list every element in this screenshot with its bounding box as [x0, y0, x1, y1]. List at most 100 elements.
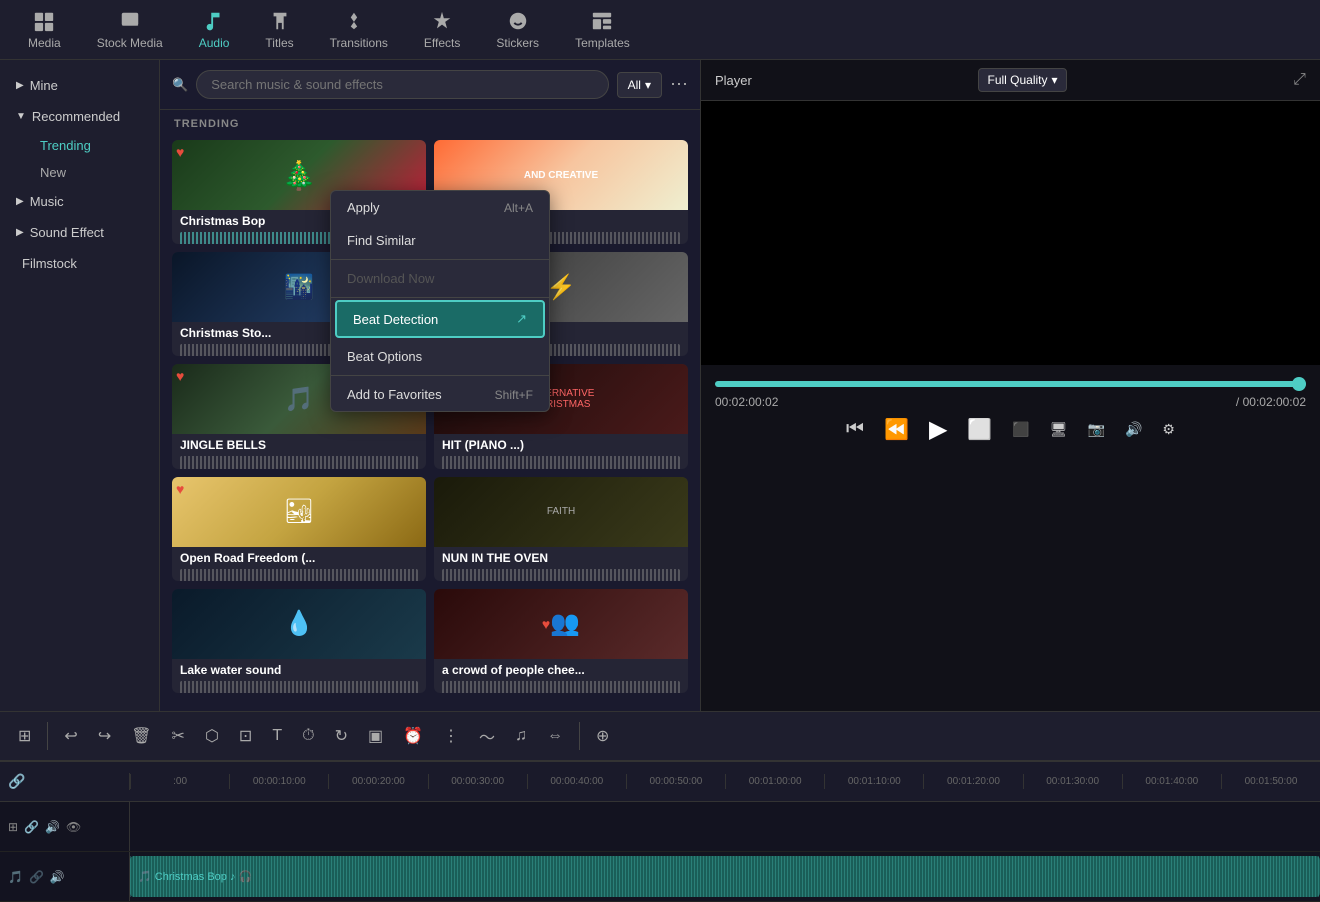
search-icon: 🔍 [172, 77, 188, 93]
separator-2 [579, 722, 580, 750]
more-options-button[interactable]: ⋯ [670, 74, 688, 95]
waveform [442, 681, 680, 693]
nav-templates[interactable]: Templates [557, 2, 648, 58]
heart-icon: ♥ [176, 144, 184, 160]
nav-audio[interactable]: Audio [181, 2, 248, 58]
controls-row: ⏮ ⏪ ▶ ⬜ ⬛ 🖥 📷 🔊 ⚙ [715, 415, 1306, 444]
camera-button[interactable]: 📷 [1088, 421, 1105, 438]
tool-undo[interactable]: ↩ [56, 720, 85, 752]
track-card-crowd[interactable]: ♥ 👥 a crowd of people chee... 01:10 [434, 589, 688, 693]
search-filter-dropdown[interactable]: All ▾ [617, 72, 662, 98]
context-menu-apply[interactable]: Apply Alt+A [331, 191, 549, 224]
track-name: Open Road Freedom (... [180, 551, 418, 565]
tool-audio-edit[interactable]: ♫ [507, 721, 535, 751]
tool-audio-wave[interactable]: 〜 [471, 718, 503, 754]
track-info: HIT (PIANO ...) 02:21 ⬇ [434, 434, 688, 468]
step-back-button[interactable]: ⏪ [884, 417, 909, 442]
track-card-lake[interactable]: 💧 Lake water sound 01:20 [172, 589, 426, 693]
nav-media[interactable]: Media [10, 2, 79, 58]
track-info: Lake water sound 01:20 [172, 659, 426, 693]
sidebar-section-sound-effect[interactable]: ▶ Sound Effect [0, 217, 159, 248]
eye-track-icon[interactable]: 👁 [66, 820, 81, 834]
tool-delete[interactable]: 🗑 [123, 720, 159, 752]
toolbar: ⊞ ↩ ↪ 🗑 ✂ ⬡ ⊡ T ⏱ ↻ ▣ ⏰ ⋮ 〜 ♫ ⇔ ⊕ [0, 711, 1320, 761]
nav-transitions[interactable]: Transitions [312, 2, 406, 58]
video-track-row: ⊞ 🔗 🔊 👁 [0, 802, 1320, 852]
sidebar-section-mine[interactable]: ▶ Mine [0, 70, 159, 101]
audio-track-label: 🎵 🔗 🔊 [0, 852, 130, 901]
tool-crop[interactable]: ⊡ [231, 720, 260, 752]
track-card-open-road[interactable]: ♥ 🏜 Open Road Freedom (... 02:15 [172, 477, 426, 581]
timeline-header: 🔗 :00 00:00:10:00 00:00:20:00 00:00:30:0… [0, 762, 1320, 802]
volume-audio-icon[interactable]: 🔊 [50, 870, 65, 884]
tool-zoom-fit[interactable]: ⊕ [588, 720, 617, 752]
video-track-content[interactable] [130, 802, 1320, 851]
link-track-icon: 🔗 [24, 820, 39, 834]
ruler-tick: 00:00:30:00 [428, 774, 527, 789]
settings-button[interactable]: ⚙ [1162, 421, 1175, 438]
track-name: NUN IN THE OVEN [442, 551, 680, 565]
nav-stickers[interactable]: Stickers [478, 2, 557, 58]
context-menu-beat-detection[interactable]: Beat Detection ↗ [335, 300, 545, 338]
video-track-label: ⊞ 🔗 🔊 👁 [0, 802, 130, 851]
progress-bar[interactable] [715, 381, 1306, 387]
search-input[interactable] [196, 70, 608, 99]
player-title: Player [715, 73, 752, 88]
time-display: 00:02:00:02 / 00:02:00:02 [715, 395, 1306, 409]
sidebar-sub-recommended: Trending New [0, 132, 159, 186]
tool-frame[interactable]: ▣ [360, 720, 391, 752]
cursor-icon: ↗ [516, 311, 527, 327]
nav-effects[interactable]: Effects [406, 2, 478, 58]
track-card-nun[interactable]: FAITH NUN IN THE OVEN 02:40 ⬇ [434, 477, 688, 581]
tool-rotate[interactable]: ↻ [327, 720, 356, 752]
tool-clock[interactable]: ⏰ [395, 720, 431, 752]
top-nav: Media Stock Media Audio Titles Transitio… [0, 0, 1320, 60]
rewind-button[interactable]: ⏮ [846, 418, 864, 441]
context-menu-find-similar[interactable]: Find Similar [331, 224, 549, 257]
crop-button[interactable]: ⬛ [1012, 421, 1029, 438]
context-menu: Apply Alt+A Find Similar Download Now Be… [330, 190, 550, 412]
tool-cut[interactable]: ✂ [164, 720, 193, 752]
ruler-tick: 00:00:10:00 [229, 774, 328, 789]
chevron-right-icon: ▶ [16, 80, 24, 91]
tool-scroll[interactable]: ⇔ [539, 721, 571, 751]
context-menu-add-favorites[interactable]: Add to Favorites Shift+F [331, 378, 549, 411]
progress-thumb[interactable] [1292, 377, 1306, 391]
loop-button[interactable]: ⬜ [967, 417, 992, 442]
track-thumbnail: FAITH [434, 477, 688, 547]
tool-split[interactable]: ⋮ [435, 720, 467, 752]
quality-select[interactable]: Full Quality ▾ [978, 68, 1066, 92]
tool-tag[interactable]: ⬡ [197, 720, 227, 752]
tool-timer[interactable]: ⏱ [294, 721, 322, 751]
sidebar-section-recommended[interactable]: ▼ Recommended [0, 101, 159, 132]
main-layout: ▶ Mine ▼ Recommended Trending New ▶ Musi… [0, 60, 1320, 711]
audio-clip[interactable]: 🎵 Christmas Bop ♪ 🎧 [130, 856, 1320, 897]
track-info: NUN IN THE OVEN 02:40 ⬇ [434, 547, 688, 581]
play-button[interactable]: ▶ [929, 415, 947, 444]
expand-icon[interactable]: ⤢ [1293, 71, 1306, 89]
tool-redo[interactable]: ↪ [90, 720, 119, 752]
link-audio-icon: 🔗 [29, 870, 44, 884]
audio-track-content[interactable]: 🎵 Christmas Bop ♪ 🎧 [130, 852, 1320, 901]
volume-button[interactable]: 🔊 [1125, 421, 1142, 438]
sidebar-section-filmstock[interactable]: Filmstock [0, 248, 159, 279]
nav-titles[interactable]: Titles [247, 2, 311, 58]
waveform [180, 456, 418, 468]
heart-icon: ♥ [176, 481, 184, 497]
nav-stock-media[interactable]: Stock Media [79, 2, 181, 58]
section-trending-label: TRENDING [160, 110, 700, 136]
sidebar-section-music[interactable]: ▶ Music [0, 186, 159, 217]
volume-track-icon[interactable]: 🔊 [45, 820, 60, 834]
audio-track-row: 🎵 🔗 🔊 🎵 Christmas Bop ♪ 🎧 [0, 852, 1320, 902]
tool-text[interactable]: T [264, 721, 290, 751]
ruler-tick: :00 [130, 774, 229, 789]
waveform [180, 681, 418, 693]
music-icon: 🎵 [8, 870, 23, 884]
monitor-button[interactable]: 🖥 [1050, 421, 1068, 438]
ruler-tick: 00:01:30:00 [1023, 774, 1122, 789]
tool-multiview[interactable]: ⊞ [10, 720, 39, 752]
context-menu-beat-options[interactable]: Beat Options [331, 340, 549, 373]
sidebar-item-trending[interactable]: Trending [28, 132, 159, 159]
grid-icon: ⊞ [8, 820, 18, 834]
sidebar-item-new[interactable]: New [28, 159, 159, 186]
